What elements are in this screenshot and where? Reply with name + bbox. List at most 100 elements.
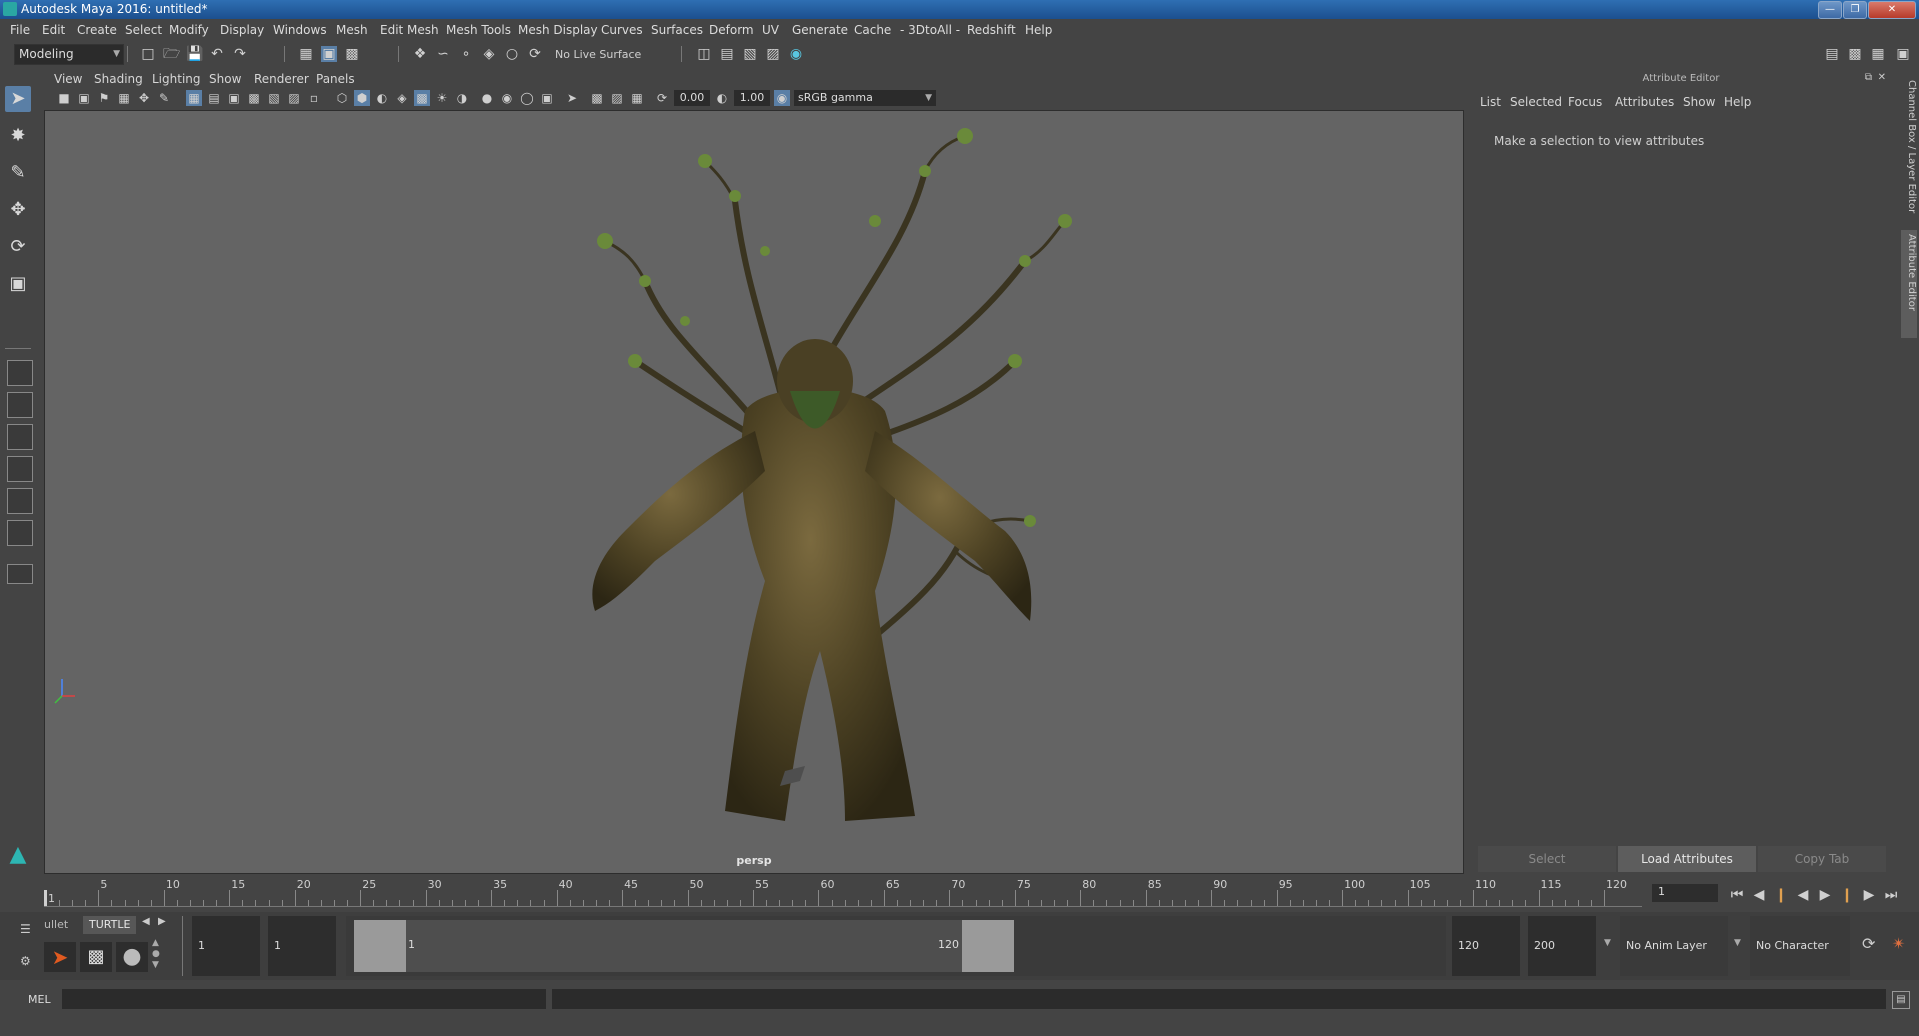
menu-set-dropdown[interactable]: Modeling ▼ bbox=[14, 44, 124, 65]
viewport-menu-view[interactable]: View bbox=[54, 72, 82, 86]
save-scene-icon[interactable]: 💾 bbox=[186, 46, 203, 62]
new-scene-icon[interactable]: □ bbox=[140, 46, 156, 62]
time-slider[interactable]: 1 5 10 15 20 25 30 35 40 45 50 55 60 65 70 75 80 85 90 95 10… bbox=[44, 878, 1642, 908]
smooth-shade-icon[interactable]: ⬢ bbox=[354, 90, 370, 106]
select-button[interactable]: Select bbox=[1478, 846, 1616, 872]
minimize-button[interactable]: — bbox=[1818, 1, 1842, 19]
grease-pencil-icon[interactable]: ✎ bbox=[156, 90, 172, 106]
wireframe-on-shaded-icon[interactable]: ◈ bbox=[394, 90, 410, 106]
select-object-icon[interactable]: ▣ bbox=[321, 46, 337, 62]
select-component-icon[interactable]: ▩ bbox=[344, 46, 360, 62]
menu-display[interactable]: Display bbox=[220, 23, 264, 37]
play-forwards-icon[interactable]: ▶ bbox=[1816, 886, 1834, 904]
isolate-select-icon[interactable]: ➤ bbox=[564, 90, 580, 106]
menu-redshift[interactable]: Redshift bbox=[967, 23, 1016, 37]
playback-end-field[interactable]: 120 bbox=[1452, 916, 1520, 976]
shelf-tab-turtle[interactable]: TURTLE bbox=[83, 916, 137, 934]
ae-menu-focus[interactable]: Focus bbox=[1568, 95, 1602, 109]
film-gate-icon[interactable]: ▤ bbox=[206, 90, 222, 106]
menu-windows[interactable]: Windows bbox=[273, 23, 327, 37]
camera-icon[interactable]: ■ bbox=[56, 90, 72, 106]
snap-view-plane-icon[interactable]: ◈ bbox=[481, 46, 497, 62]
menu-3dtoall[interactable]: - 3DtoAll - bbox=[900, 23, 960, 37]
menu-mesh-display[interactable]: Mesh Display bbox=[518, 23, 598, 37]
safe-action-icon[interactable]: ▨ bbox=[286, 90, 302, 106]
resolution-gate-icon[interactable]: ▣ bbox=[226, 90, 242, 106]
menu-file[interactable]: File bbox=[10, 23, 30, 37]
tool-settings-icon[interactable]: ▦ bbox=[1870, 46, 1886, 62]
image-plane-icon[interactable]: ▦ bbox=[116, 90, 132, 106]
snap-surface-icon[interactable]: ○ bbox=[504, 46, 520, 62]
two-d-pan-icon[interactable]: ✥ bbox=[136, 90, 152, 106]
xray-components-icon[interactable]: ▦ bbox=[629, 90, 645, 106]
exposure-icon[interactable]: ⟳ bbox=[654, 90, 670, 106]
animation-preferences-icon[interactable]: ✴ bbox=[1892, 934, 1905, 953]
viewport-menu-panels[interactable]: Panels bbox=[316, 72, 355, 86]
range-start-handle[interactable] bbox=[354, 920, 406, 972]
tab-attribute-editor[interactable]: Attribute Editor bbox=[1901, 230, 1917, 338]
shadows-icon[interactable]: ◑ bbox=[454, 90, 470, 106]
menu-curves[interactable]: Curves bbox=[601, 23, 643, 37]
viewport-menu-renderer[interactable]: Renderer bbox=[254, 72, 309, 86]
copy-tab-button[interactable]: Copy Tab bbox=[1758, 846, 1886, 872]
tab-channel-box-layer-editor[interactable]: Channel Box / Layer Editor bbox=[1901, 80, 1917, 220]
menu-edit[interactable]: Edit bbox=[42, 23, 65, 37]
shelf-settings-icon[interactable]: ⚙ bbox=[20, 954, 31, 968]
menu-mesh-tools[interactable]: Mesh Tools bbox=[446, 23, 511, 37]
menu-cache[interactable]: Cache bbox=[854, 23, 891, 37]
menu-uv[interactable]: UV bbox=[762, 23, 779, 37]
ae-menu-help[interactable]: Help bbox=[1724, 95, 1751, 109]
xray-joints-icon[interactable]: ▨ bbox=[609, 90, 625, 106]
exposure-field[interactable]: 0.00 bbox=[674, 90, 710, 106]
depth-of-field-icon[interactable]: ▣ bbox=[539, 90, 555, 106]
hypershade-icon[interactable]: ◉ bbox=[788, 46, 804, 62]
four-view-layout-button[interactable] bbox=[7, 392, 33, 418]
step-back-frame-icon[interactable]: ❙ bbox=[1772, 886, 1790, 904]
perspective-viewport[interactable]: persp bbox=[44, 110, 1464, 874]
ae-menu-list[interactable]: List bbox=[1480, 95, 1501, 109]
menu-select[interactable]: Select bbox=[125, 23, 162, 37]
render-frame-icon[interactable]: ▤ bbox=[719, 46, 735, 62]
attribute-editor-toggle-icon[interactable]: ▩ bbox=[1847, 46, 1863, 62]
playback-start-field[interactable]: 1 bbox=[268, 916, 336, 976]
viewport-menu-lighting[interactable]: Lighting bbox=[152, 72, 201, 86]
shelf-scroll-right-icon[interactable]: ▶ bbox=[158, 916, 166, 927]
single-perspective-layout-button[interactable] bbox=[7, 360, 33, 386]
float-panel-icon[interactable]: ⧉ bbox=[1865, 72, 1872, 83]
rotate-tool-icon[interactable]: ⟳ bbox=[5, 234, 31, 260]
menu-deform[interactable]: Deform bbox=[709, 23, 754, 37]
open-scene-icon[interactable]: 🗁 bbox=[163, 46, 180, 62]
persp-outliner-layout-button[interactable] bbox=[7, 424, 33, 450]
shelf-tab-bullet[interactable]: ullet bbox=[38, 916, 74, 934]
ae-menu-selected[interactable]: Selected bbox=[1510, 95, 1562, 109]
chevron-down-icon[interactable]: ▼ bbox=[1604, 938, 1611, 948]
gate-mask-icon[interactable]: ▩ bbox=[246, 90, 262, 106]
menu-generate[interactable]: Generate bbox=[792, 23, 848, 37]
channel-box-toggle-icon[interactable]: ▣ bbox=[1895, 46, 1911, 62]
script-editor-icon[interactable]: ▤ bbox=[1892, 991, 1910, 1009]
command-input[interactable] bbox=[62, 989, 546, 1009]
scale-tool-icon[interactable]: ▣ bbox=[5, 271, 31, 297]
gamma-icon[interactable]: ◐ bbox=[714, 90, 730, 106]
select-tool-icon[interactable]: ➤ bbox=[5, 86, 31, 112]
use-all-lights-icon[interactable]: ☀ bbox=[434, 90, 450, 106]
step-back-key-icon[interactable]: ◀ bbox=[1750, 886, 1768, 904]
auto-key-icon[interactable]: ⟳ bbox=[1862, 934, 1875, 953]
range-end-handle[interactable] bbox=[962, 920, 1014, 972]
color-management-icon[interactable]: ◉ bbox=[774, 90, 790, 106]
custom-layout-button[interactable] bbox=[7, 564, 33, 584]
end-time-field[interactable]: 200 bbox=[1528, 916, 1596, 976]
menu-mesh[interactable]: Mesh bbox=[336, 23, 368, 37]
snap-point-icon[interactable]: ∘ bbox=[458, 46, 474, 62]
anim-layer-dropdown[interactable]: No Anim Layer bbox=[1620, 916, 1728, 976]
shelf-scroll-left-icon[interactable]: ◀ bbox=[142, 916, 150, 927]
render-view-icon[interactable]: ▨ bbox=[765, 46, 781, 62]
restore-button[interactable]: ❐ bbox=[1843, 1, 1867, 19]
graph-layout-button[interactable] bbox=[7, 520, 33, 546]
range-slider-bar[interactable] bbox=[354, 920, 1002, 972]
render-settings-icon[interactable]: ◫ bbox=[696, 46, 712, 62]
gamma-field[interactable]: 1.00 bbox=[734, 90, 770, 106]
step-forward-frame-icon[interactable]: ❙ bbox=[1838, 886, 1856, 904]
step-forward-key-icon[interactable]: ▶ bbox=[1860, 886, 1878, 904]
menu-surfaces[interactable]: Surfaces bbox=[651, 23, 703, 37]
